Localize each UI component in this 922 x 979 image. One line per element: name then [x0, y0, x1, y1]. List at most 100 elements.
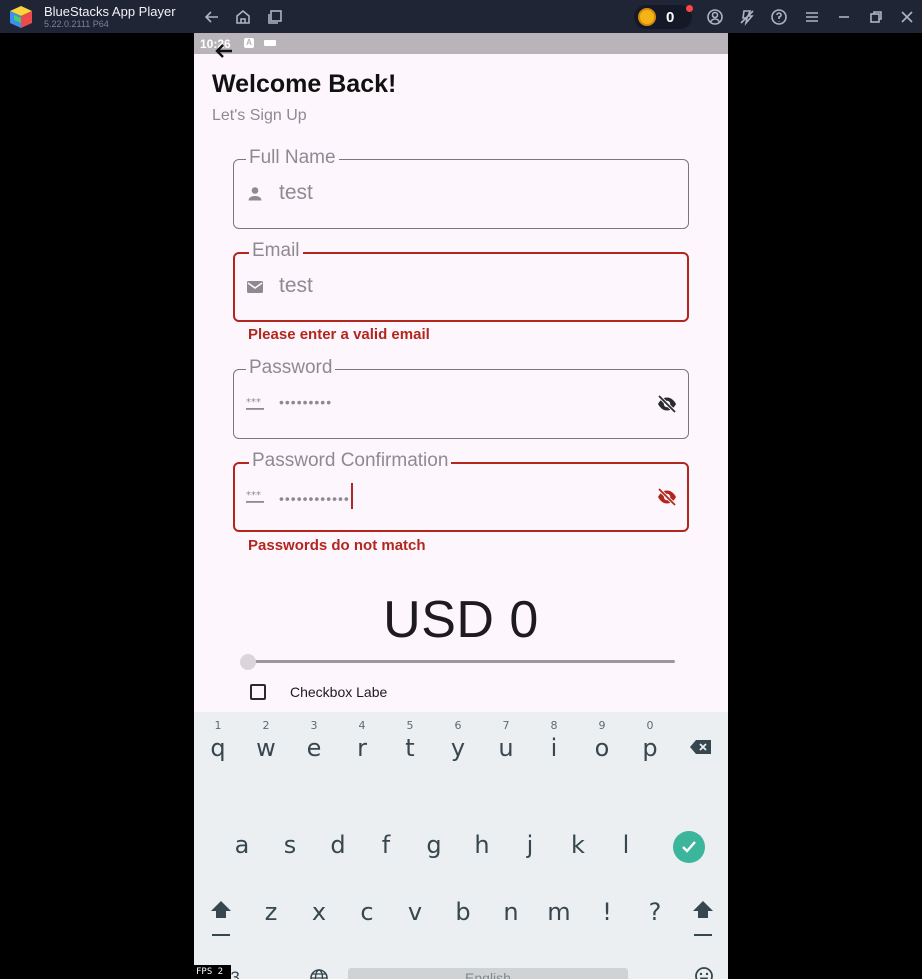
key-m[interactable]: m — [535, 898, 583, 958]
email-label: Email — [249, 240, 303, 262]
key-d[interactable]: d — [314, 831, 362, 891]
home-icon[interactable] — [233, 7, 253, 27]
comma-key[interactable]: , — [267, 967, 273, 979]
key-hint: 7 — [502, 719, 510, 732]
key-f[interactable]: f — [362, 831, 410, 891]
key-e[interactable]: 3e — [290, 712, 338, 772]
key-char: l — [622, 831, 630, 859]
key-o[interactable]: 9o — [578, 712, 626, 772]
svg-text:***: *** — [246, 397, 261, 408]
key-k[interactable]: k — [554, 831, 602, 891]
key-hint: 4 — [358, 719, 366, 732]
minimize-icon[interactable] — [834, 7, 854, 27]
amount-slider-thumb[interactable] — [240, 654, 256, 670]
key-z[interactable]: z — [247, 898, 295, 958]
key-a[interactable]: a — [218, 831, 266, 891]
coin-icon — [638, 8, 656, 26]
key-char: e — [306, 734, 322, 762]
checkbox[interactable] — [250, 684, 266, 700]
key-hint: 0 — [646, 719, 654, 732]
svg-text:***: *** — [246, 490, 261, 501]
key-n[interactable]: n — [487, 898, 535, 958]
checkbox-label: Checkbox Labe — [290, 684, 388, 700]
key-c[interactable]: c — [343, 898, 391, 958]
key-char: m — [547, 898, 571, 926]
key-l[interactable]: l — [602, 831, 650, 891]
menu-icon[interactable] — [802, 7, 822, 27]
password-confirmation-label: Password Confirmation — [249, 450, 452, 472]
password-label: Password — [246, 357, 336, 379]
full-name-field[interactable]: Full Name test — [233, 147, 689, 229]
visibility-off-icon[interactable] — [656, 393, 678, 415]
password-field[interactable]: Password *** ••••••••• — [233, 357, 689, 439]
android-screen: 10:26 A Welcome Back! Let's Sign Up Full… — [194, 33, 728, 979]
amount-slider-track[interactable] — [246, 660, 675, 663]
text-cursor — [350, 483, 353, 509]
globe-icon[interactable] — [309, 968, 329, 979]
key-char: k — [571, 831, 585, 859]
key-char: h — [474, 831, 490, 859]
shift-left-icon[interactable] — [210, 899, 232, 939]
spacebar[interactable]: English — [348, 968, 628, 979]
status-indicator: A — [244, 38, 254, 48]
key-p[interactable]: 0p — [626, 712, 674, 772]
multi-instance-icon[interactable] — [265, 7, 285, 27]
key-y[interactable]: 6y — [434, 712, 482, 772]
emoji-icon[interactable] — [694, 966, 714, 979]
key-w[interactable]: 2w — [242, 712, 290, 772]
key-b[interactable]: b — [439, 898, 487, 958]
notification-dot — [686, 5, 693, 12]
key-v[interactable]: v — [391, 898, 439, 958]
password-confirmation-field[interactable]: Password Confirmation *** •••••••••••• — [233, 450, 689, 532]
account-icon[interactable] — [705, 7, 725, 27]
visibility-off-icon[interactable] — [656, 486, 678, 508]
key-char: z — [264, 898, 278, 926]
key-exclamation[interactable]: ! — [583, 898, 631, 958]
help-icon[interactable] — [769, 7, 789, 27]
back-icon[interactable] — [202, 7, 222, 27]
key-j[interactable]: j — [506, 831, 554, 891]
key-char: b — [455, 898, 471, 926]
shift-right-icon[interactable] — [692, 899, 714, 939]
key-char: x — [311, 898, 327, 926]
period-key[interactable]: . — [652, 967, 658, 979]
mail-icon — [247, 281, 263, 293]
key-char: j — [526, 831, 534, 859]
password-icon: *** — [246, 397, 264, 410]
key-char: w — [256, 734, 276, 762]
key-char: u — [498, 734, 514, 762]
key-char: v — [407, 898, 423, 926]
status-bar: 10:26 A — [194, 33, 728, 54]
key-g[interactable]: g — [410, 831, 458, 891]
close-icon[interactable] — [897, 7, 917, 27]
key-char: r — [357, 734, 367, 762]
email-field[interactable]: Email test — [233, 240, 689, 322]
password-confirmation-dots: •••••••••••• — [279, 490, 350, 507]
eco-mode-icon[interactable] — [737, 7, 757, 27]
password-confirmation-value: •••••••••••• — [279, 483, 353, 513]
email-value: test — [279, 274, 313, 297]
key-hint: 3 — [310, 719, 318, 732]
key-u[interactable]: 7u — [482, 712, 530, 772]
coins-badge[interactable]: 0 — [634, 5, 692, 29]
backspace-icon[interactable] — [690, 739, 712, 755]
key-char: a — [234, 831, 250, 859]
key-t[interactable]: 5t — [386, 712, 434, 772]
keyboard-status-icon — [264, 40, 276, 46]
soft-keyboard: 1q2w3e4r5t6y7u8i9o0p asdfghjkl z x c v b n m!?… — [194, 712, 728, 979]
key-question[interactable]: ? — [631, 898, 679, 958]
key-hint: 6 — [454, 719, 462, 732]
key-char: q — [210, 734, 226, 762]
key-h[interactable]: h — [458, 831, 506, 891]
key-r[interactable]: 4r — [338, 712, 386, 772]
page-subtitle: Let's Sign Up — [212, 107, 307, 124]
back-arrow-icon[interactable] — [212, 39, 236, 63]
restore-icon[interactable] — [866, 7, 886, 27]
key-s[interactable]: s — [266, 831, 314, 891]
app-title: BlueStacks App Player — [44, 4, 176, 19]
enter-check-button[interactable] — [673, 831, 705, 863]
key-char: d — [330, 831, 346, 859]
key-q[interactable]: 1q — [194, 712, 242, 772]
key-i[interactable]: 8i — [530, 712, 578, 772]
key-x[interactable]: x — [295, 898, 343, 958]
